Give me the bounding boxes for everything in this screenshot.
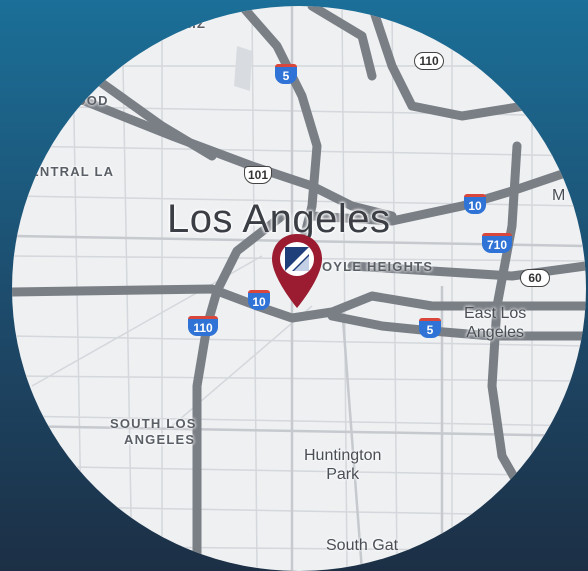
interstate-5-shield-north: 5 — [275, 64, 297, 84]
district-label-hollywood: WOOD — [62, 93, 109, 108]
interstate-10-shield-east: 10 — [464, 194, 486, 214]
place-label-edge: M — [552, 187, 566, 204]
interstate-110-shield: 110 — [188, 316, 218, 336]
place-label-south-gate: South Gat — [326, 537, 399, 554]
place-label-east-la-line2: Angeles — [466, 324, 525, 341]
state-route-60-shield: 60 — [520, 269, 550, 287]
place-label-huntington-line2: Park — [326, 466, 360, 483]
state-route-110-shield: 110 — [414, 52, 444, 70]
company-logo-icon — [285, 247, 309, 271]
district-label-south-la-1: SOUTH LOS — [110, 416, 197, 431]
us-101-shield: 101 — [244, 166, 272, 184]
place-label-east-la: East Los Angeles — [464, 304, 526, 342]
district-label-central-la: ENTRAL LA — [30, 164, 115, 179]
interstate-5-shield-east: 5 — [419, 318, 441, 338]
map-view[interactable]: FELIZ WOOD ENTRAL LA Los Angeles OYLE HE… — [12, 6, 586, 571]
location-pin[interactable] — [270, 232, 324, 312]
interstate-710-shield: 710 — [482, 233, 512, 253]
district-label-los-feliz: FELIZ — [164, 16, 207, 31]
district-label-boyle-heights: OYLE HEIGHTS — [322, 259, 434, 274]
district-label-south-la-2: ANGELES — [124, 432, 196, 447]
place-label-huntington-park: Huntington Park — [304, 446, 381, 484]
place-label-east-la-line1: East Los — [464, 305, 527, 322]
interstate-10-shield-west: 10 — [248, 290, 270, 310]
place-label-huntington-line1: Huntington — [304, 447, 382, 464]
